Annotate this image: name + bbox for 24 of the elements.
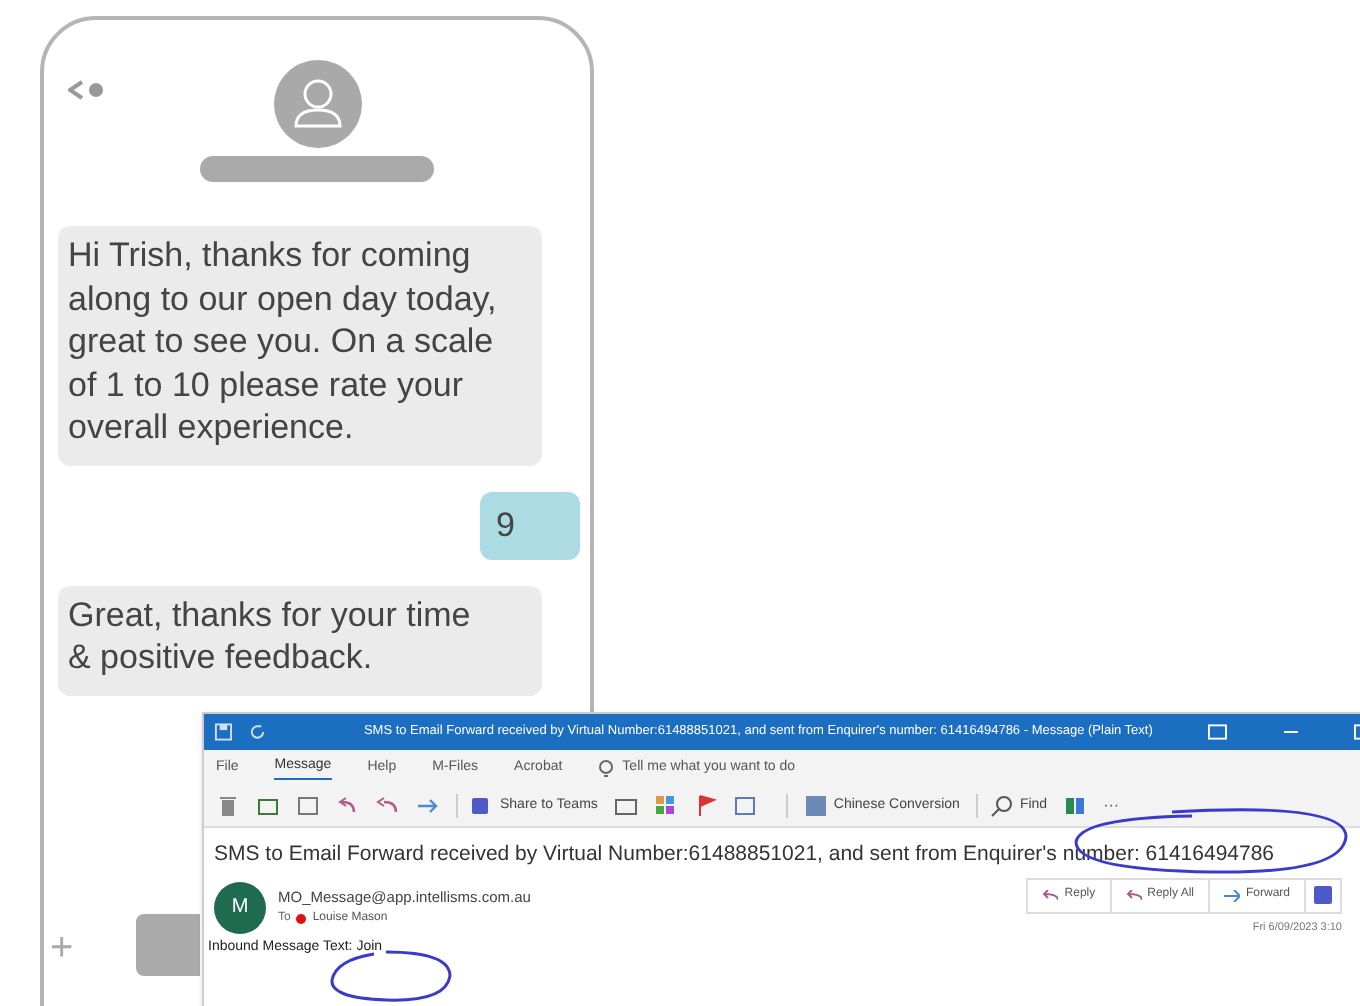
message-bubble: Great, thanks for your time & positive feedback. [58, 585, 542, 695]
arrow-right-icon [1223, 889, 1240, 902]
sender-avatar: M [214, 881, 266, 934]
ribbon-display-icon[interactable] [1208, 724, 1228, 740]
search-icon[interactable] [989, 794, 1014, 818]
flag-icon[interactable] [693, 794, 718, 818]
save-icon[interactable] [214, 722, 233, 742]
categorize-icon[interactable] [653, 794, 678, 818]
delete-icon[interactable] [216, 794, 240, 818]
message-bubble: 9 [480, 491, 580, 559]
undo-icon[interactable] [336, 794, 360, 818]
reply-all-icon[interactable] [376, 794, 400, 818]
refresh-icon[interactable] [248, 722, 268, 742]
apps-icon[interactable] [1063, 794, 1088, 818]
forward-icon[interactable] [416, 794, 440, 818]
back-icon[interactable] [68, 80, 104, 100]
more-options-button[interactable]: ··· [1103, 794, 1120, 818]
arrow-curve-icon [1042, 889, 1059, 902]
arrow-curve-icon [1125, 889, 1142, 902]
avatar-icon [273, 60, 361, 148]
lightbulb-icon [598, 759, 615, 777]
message-bubble: Hi Trish, thanks for coming along to our open day today, great to see you. On a scale of 1 to 10 please rate your overall experience. [58, 226, 542, 465]
presence-dot-icon [296, 914, 307, 924]
message-input[interactable] [136, 914, 200, 976]
